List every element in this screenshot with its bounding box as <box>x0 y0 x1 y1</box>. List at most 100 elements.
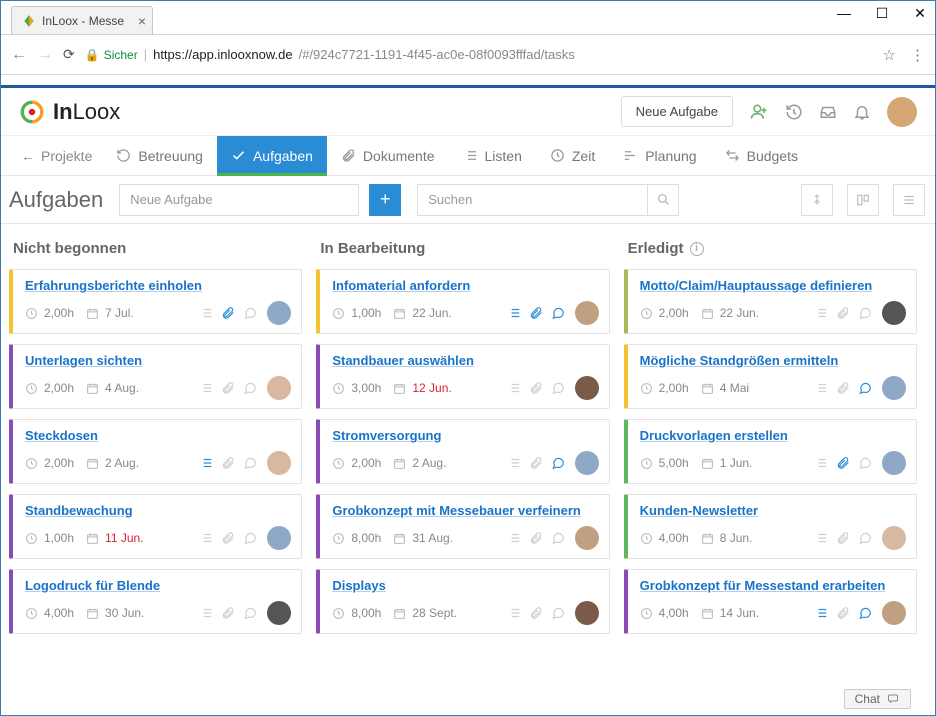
assignee-avatar[interactable] <box>882 451 906 475</box>
attachment-icon[interactable] <box>221 531 235 545</box>
user-avatar[interactable] <box>887 97 917 127</box>
history-icon[interactable] <box>785 103 803 121</box>
card-title[interactable]: Grobkonzept mit Messebauer verfeinern <box>332 503 598 518</box>
card-title[interactable]: Stromversorgung <box>332 428 598 443</box>
comment-icon[interactable] <box>551 606 565 620</box>
comment-icon[interactable] <box>243 456 257 470</box>
task-card[interactable]: Displays 8,00h 28 Sept. <box>316 569 609 634</box>
attachment-icon[interactable] <box>529 381 543 395</box>
assignee-avatar[interactable] <box>267 526 291 550</box>
attachment-icon[interactable] <box>836 531 850 545</box>
search-button[interactable] <box>647 184 679 216</box>
attachment-icon[interactable] <box>529 456 543 470</box>
assignee-avatar[interactable] <box>575 301 599 325</box>
checklist-icon[interactable] <box>814 531 828 545</box>
checklist-icon[interactable] <box>199 531 213 545</box>
comment-icon[interactable] <box>551 381 565 395</box>
assignee-avatar[interactable] <box>575 451 599 475</box>
checklist-icon[interactable] <box>814 306 828 320</box>
nav-item-aufgaben[interactable]: Aufgaben <box>217 136 327 175</box>
attachment-icon[interactable] <box>221 306 235 320</box>
add-task-button[interactable]: + <box>369 184 401 216</box>
attachment-icon[interactable] <box>221 381 235 395</box>
task-card[interactable]: Steckdosen 2,00h 2 Aug. <box>9 419 302 484</box>
comment-icon[interactable] <box>551 531 565 545</box>
assignee-avatar[interactable] <box>575 376 599 400</box>
menu-icon[interactable]: ⋮ <box>910 46 925 64</box>
forward-button[interactable]: → <box>37 46 53 64</box>
assignee-avatar[interactable] <box>267 376 291 400</box>
comment-icon[interactable] <box>243 306 257 320</box>
card-title[interactable]: Kunden-Newsletter <box>640 503 906 518</box>
comment-icon[interactable] <box>551 456 565 470</box>
back-button[interactable]: ← <box>11 46 27 64</box>
comment-icon[interactable] <box>858 381 872 395</box>
close-button[interactable]: ✕ <box>911 5 929 22</box>
attachment-icon[interactable] <box>221 456 235 470</box>
chat-button[interactable]: Chat <box>844 689 911 709</box>
inbox-icon[interactable] <box>819 103 837 121</box>
card-title[interactable]: Infomaterial anfordern <box>332 278 598 293</box>
task-card[interactable]: Logodruck für Blende 4,00h 30 Jun. <box>9 569 302 634</box>
board[interactable]: Nicht begonnen Erfahrungsberichte einhol… <box>1 224 935 715</box>
attachment-icon[interactable] <box>221 606 235 620</box>
info-icon[interactable]: i <box>690 242 704 256</box>
browser-tab[interactable]: InLoox - Messe × <box>11 6 153 34</box>
assignee-avatar[interactable] <box>267 601 291 625</box>
card-title[interactable]: Druckvorlagen erstellen <box>640 428 906 443</box>
checklist-icon[interactable] <box>507 306 521 320</box>
comment-icon[interactable] <box>858 306 872 320</box>
attachment-icon[interactable] <box>529 531 543 545</box>
card-title[interactable]: Logodruck für Blende <box>25 578 291 593</box>
checklist-icon[interactable] <box>814 381 828 395</box>
comment-icon[interactable] <box>243 381 257 395</box>
checklist-icon[interactable] <box>199 306 213 320</box>
nav-item-dokumente[interactable]: Dokumente <box>327 136 449 175</box>
card-title[interactable]: Standbewachung <box>25 503 291 518</box>
nav-item-listen[interactable]: Listen <box>449 136 536 175</box>
checklist-icon[interactable] <box>199 456 213 470</box>
nav-item-budgets[interactable]: Budgets <box>711 136 812 175</box>
card-title[interactable]: Erfahrungsberichte einholen <box>25 278 291 293</box>
comment-icon[interactable] <box>243 606 257 620</box>
attachment-icon[interactable] <box>836 306 850 320</box>
maximize-button[interactable]: ☐ <box>873 5 891 22</box>
task-card[interactable]: Grobkonzept für Messestand erarbeiten 4,… <box>624 569 917 634</box>
address-bar[interactable]: 🔒 Sicher | https://app.inlooxnow.de/#/92… <box>85 47 873 62</box>
kanban-view-button[interactable] <box>847 184 879 216</box>
task-card[interactable]: Erfahrungsberichte einholen 2,00h 7 Jul. <box>9 269 302 334</box>
attachment-icon[interactable] <box>529 306 543 320</box>
star-icon[interactable]: ☆ <box>883 46 896 64</box>
assignee-avatar[interactable] <box>882 601 906 625</box>
assignee-avatar[interactable] <box>267 301 291 325</box>
comment-icon[interactable] <box>551 306 565 320</box>
card-title[interactable]: Mögliche Standgrößen ermitteln <box>640 353 906 368</box>
task-card[interactable]: Motto/Claim/Hauptaussage definieren 2,00… <box>624 269 917 334</box>
reload-button[interactable]: ⟳ <box>63 46 75 63</box>
comment-icon[interactable] <box>858 456 872 470</box>
list-view-button[interactable] <box>893 184 925 216</box>
attachment-icon[interactable] <box>836 606 850 620</box>
nav-item-planung[interactable]: Planung <box>609 136 710 175</box>
card-title[interactable]: Standbauer auswählen <box>332 353 598 368</box>
attachment-icon[interactable] <box>836 456 850 470</box>
assignee-avatar[interactable] <box>882 301 906 325</box>
task-card[interactable]: Grobkonzept mit Messebauer verfeinern 8,… <box>316 494 609 559</box>
search-input[interactable]: Suchen <box>417 184 647 216</box>
nav-item-betreuung[interactable]: Betreuung <box>102 136 217 175</box>
checklist-icon[interactable] <box>507 456 521 470</box>
pin-button[interactable] <box>801 184 833 216</box>
logo[interactable]: InLoox <box>19 99 120 125</box>
checklist-icon[interactable] <box>507 606 521 620</box>
card-title[interactable]: Displays <box>332 578 598 593</box>
close-tab-icon[interactable]: × <box>138 13 146 29</box>
nav-item-zeit[interactable]: Zeit <box>536 136 609 175</box>
task-card[interactable]: Mögliche Standgrößen ermitteln 2,00h 4 M… <box>624 344 917 409</box>
card-title[interactable]: Unterlagen sichten <box>25 353 291 368</box>
bell-icon[interactable] <box>853 103 871 121</box>
card-title[interactable]: Grobkonzept für Messestand erarbeiten <box>640 578 906 593</box>
comment-icon[interactable] <box>858 531 872 545</box>
checklist-icon[interactable] <box>507 531 521 545</box>
attachment-icon[interactable] <box>529 606 543 620</box>
nav-back[interactable]: ← Projekte <box>11 136 102 175</box>
